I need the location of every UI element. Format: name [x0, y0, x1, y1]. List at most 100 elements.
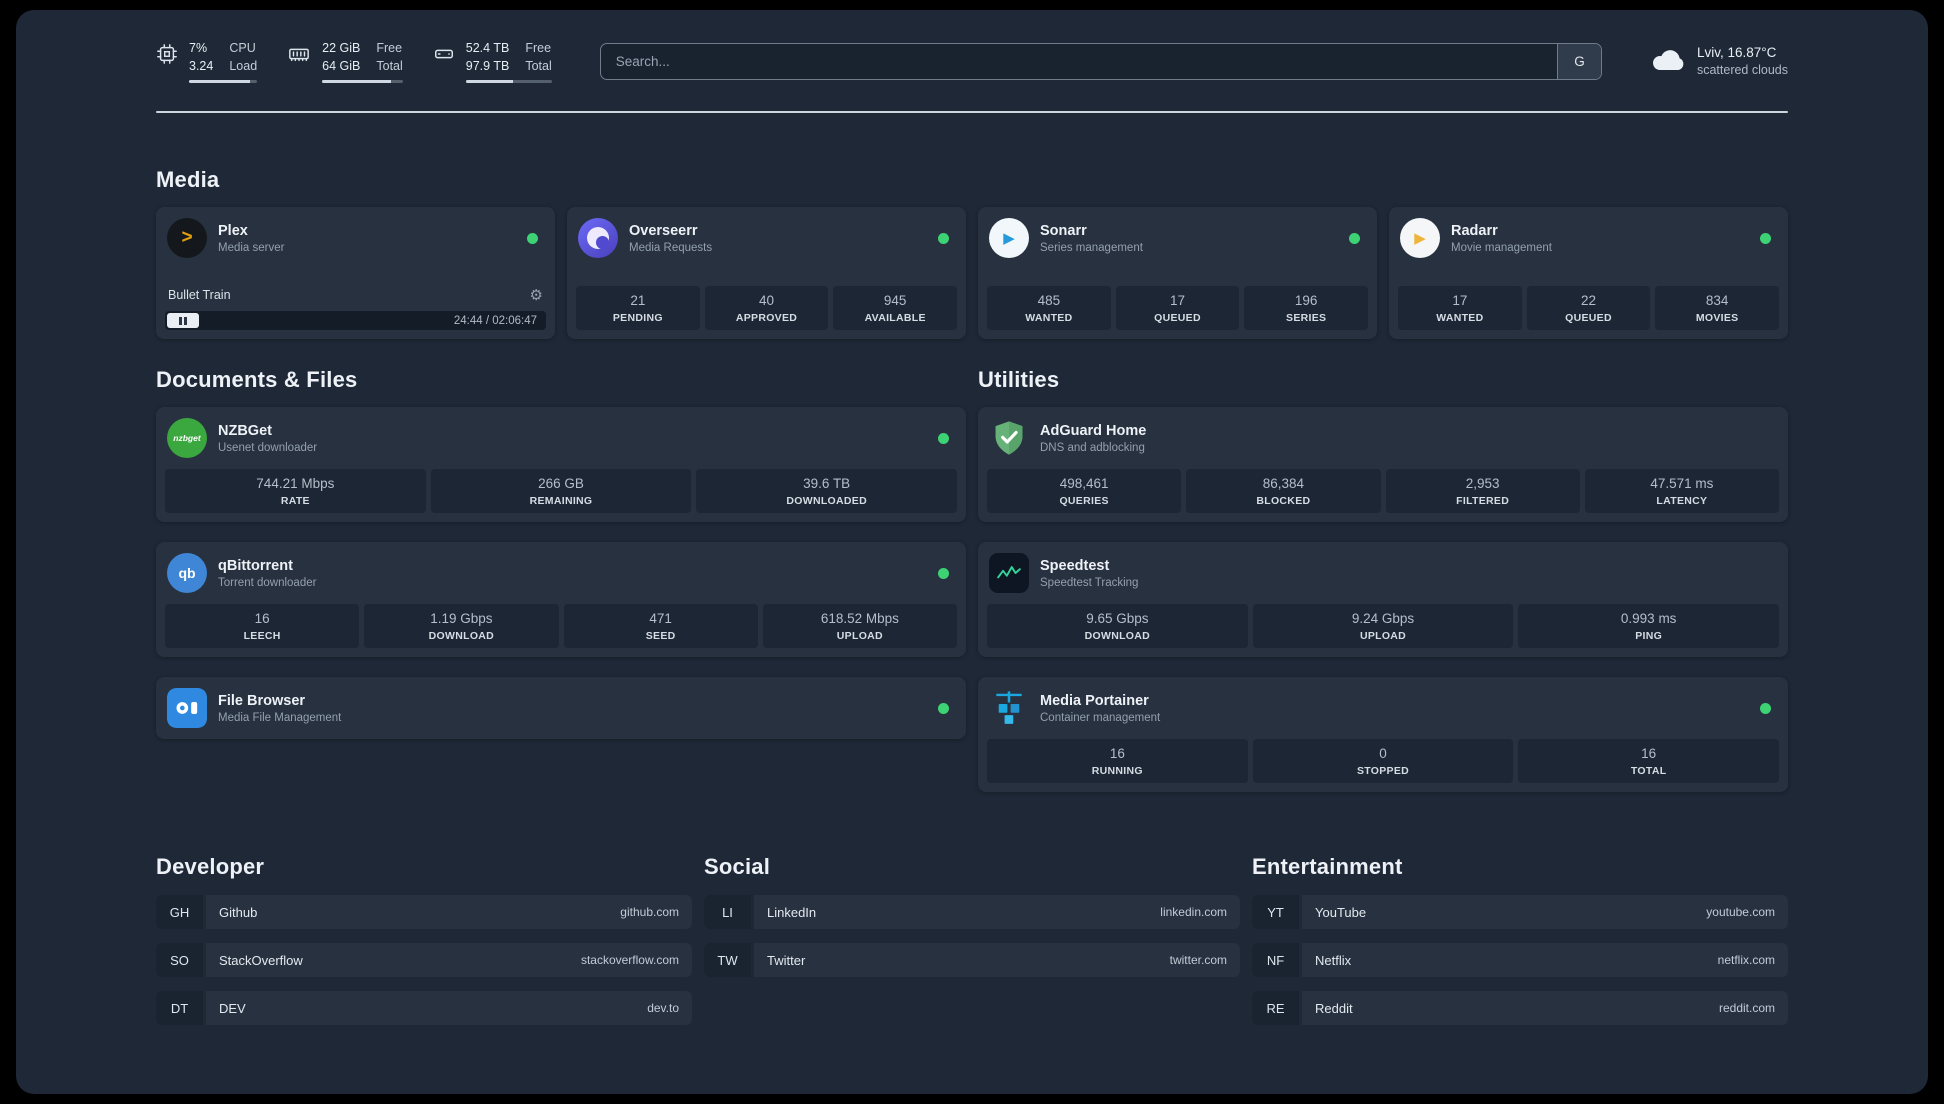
status-online-dot — [527, 232, 538, 244]
service-card-filebrowser[interactable]: File Browser Media File Management — [156, 677, 966, 739]
filebrowser-icon — [167, 688, 207, 728]
cpu-icon — [156, 43, 178, 65]
stat-rate: 744.21 Mbps RATE — [165, 469, 426, 513]
gear-icon[interactable]: ⚙ — [530, 286, 543, 304]
stat-label: LATENCY — [1656, 495, 1708, 507]
stat-blocked: 86,384 BLOCKED — [1186, 469, 1381, 513]
stat-label: SERIES — [1286, 312, 1327, 324]
disk-free-label: Free — [525, 41, 552, 55]
cpu-load-label: Load — [229, 58, 258, 73]
memory-total-value: 64 GiB — [322, 58, 361, 73]
stat-value: 196 — [1294, 293, 1318, 308]
service-description: Torrent downloader — [218, 576, 317, 589]
bookmark-abbr: DT — [156, 991, 203, 1025]
service-card-nzbget[interactable]: nzbget NZBGet Usenet downloader 744.21 M… — [156, 407, 966, 522]
bookmark-abbr: TW — [704, 943, 751, 977]
service-description: DNS and adblocking — [1040, 441, 1145, 454]
bookmark-dev[interactable]: DT DEV dev.to — [156, 991, 692, 1025]
bookmark-stackoverflow[interactable]: SO StackOverflow stackoverflow.com — [156, 943, 692, 977]
service-name: qBittorrent — [218, 557, 293, 574]
sonarr-glyph: ▶ — [1003, 230, 1015, 247]
section-entertainment: Entertainment YT YouTube youtube.com NF … — [1252, 854, 1788, 1025]
plex-chevron-glyph: > — [181, 227, 193, 248]
service-card-sonarr[interactable]: ▶ Sonarr Series management 485 WANTED 17… — [978, 207, 1377, 339]
section-title-social: Social — [704, 854, 771, 879]
bookmark-abbr: RE — [1252, 991, 1299, 1025]
service-description: Movie management — [1451, 241, 1552, 254]
service-card-portainer[interactable]: Media Portainer Container management 16 … — [978, 677, 1788, 792]
memory-free-value: 22 GiB — [322, 41, 361, 55]
service-description: Series management — [1040, 241, 1143, 254]
stat-download: 1.19 Gbps DOWNLOAD — [364, 604, 559, 648]
service-description: Container management — [1040, 711, 1161, 724]
speedtest-icon — [989, 553, 1029, 593]
bookmark-name: Github — [219, 904, 258, 920]
service-name: Radarr — [1451, 222, 1498, 239]
service-card-plex[interactable]: > Plex Media server Bullet Train ⚙ 24:44… — [156, 207, 555, 339]
stat-label: UPLOAD — [836, 630, 883, 642]
cpu-meter — [189, 79, 258, 83]
stat-value: 16 — [1109, 746, 1125, 761]
weather-widget[interactable]: Lviv, 16.87°C scattered clouds — [1650, 44, 1788, 79]
nzbget-icon: nzbget — [167, 418, 207, 458]
now-playing-title: Bullet Train — [168, 288, 231, 302]
stat-upload: 618.52 Mbps UPLOAD — [762, 604, 957, 648]
bookmark-reddit[interactable]: RE Reddit reddit.com — [1252, 991, 1788, 1025]
stat-label: RATE — [280, 495, 310, 507]
stat-seed: 471 SEED — [563, 604, 758, 648]
disk-free-value: 52.4 TB — [465, 41, 510, 55]
search-input[interactable] — [600, 44, 1557, 79]
memory-icon — [287, 43, 311, 65]
memory-free-label: Free — [376, 41, 403, 55]
service-name: Sonarr — [1040, 222, 1087, 239]
bookmark-name: Netflix — [1315, 952, 1352, 968]
service-card-radarr[interactable]: ▶ Radarr Movie management 17 WANTED 22 Q… — [1389, 207, 1788, 339]
bookmark-url: twitter.com — [1169, 953, 1227, 967]
stat-value: 0 — [1379, 746, 1387, 761]
service-card-speedtest[interactable]: Speedtest Speedtest Tracking 9.65 Gbps D… — [978, 542, 1788, 657]
cpu-load-value: 3.24 — [189, 58, 214, 73]
bookmark-abbr: NF — [1252, 943, 1299, 977]
stat-label: LEECH — [243, 630, 281, 642]
bookmark-linkedin[interactable]: LI LinkedIn linkedin.com — [704, 895, 1240, 929]
bookmark-github[interactable]: GH Github github.com — [156, 895, 692, 929]
search-provider-button[interactable]: G — [1556, 44, 1601, 79]
service-name: Media Portainer — [1040, 692, 1149, 709]
service-description: Media server — [218, 241, 285, 254]
sonarr-icon: ▶ — [989, 218, 1029, 258]
stat-label: RUNNING — [1091, 765, 1143, 777]
bookmark-netflix[interactable]: NF Netflix netflix.com — [1252, 943, 1788, 977]
service-card-qbittorrent[interactable]: qb qBittorrent Torrent downloader 16 LEE… — [156, 542, 966, 657]
bookmark-twitter[interactable]: TW Twitter twitter.com — [704, 943, 1240, 977]
stat-value: 22 — [1580, 293, 1597, 308]
disk-total-label: Total — [525, 58, 552, 73]
bookmark-abbr: GH — [156, 895, 203, 929]
stat-approved: 40 APPROVED — [704, 286, 829, 330]
service-description: Media File Management — [218, 711, 342, 724]
bookmark-youtube[interactable]: YT YouTube youtube.com — [1252, 895, 1788, 929]
stat-value: 17 — [1452, 293, 1468, 308]
status-online-dot — [1760, 232, 1771, 244]
stat-label: PING — [1635, 630, 1663, 642]
stat-value: 744.21 Mbps — [256, 476, 335, 491]
playback-progress-bar[interactable]: 24:44 / 02:06:47 — [165, 311, 546, 330]
stat-value: 40 — [758, 293, 775, 308]
dashboard-content: 7% 3.24 CPU Load 22 GiB 64 GiB Free Tota… — [16, 10, 1928, 1025]
stat-label: QUERIES — [1059, 495, 1109, 507]
radarr-icon: ▶ — [1400, 218, 1440, 258]
service-card-overseerr[interactable]: Overseerr Media Requests 21 PENDING 40 A… — [567, 207, 966, 339]
stat-filtered: 2,953 FILTERED — [1385, 469, 1580, 513]
service-card-adguard[interactable]: AdGuard Home DNS and adblocking 498,461 … — [978, 407, 1788, 522]
memory-total-label: Total — [376, 58, 403, 73]
bookmark-url: stackoverflow.com — [580, 953, 679, 967]
stat-leech: 16 LEECH — [165, 604, 360, 648]
cpu-usage-value: 7% — [189, 41, 208, 55]
memory-meter — [322, 79, 403, 83]
stat-label: REMAINING — [529, 495, 593, 507]
stat-value: 9.65 Gbps — [1086, 611, 1149, 626]
stat-value: 16 — [254, 611, 270, 626]
service-name: Overseerr — [629, 222, 698, 239]
stat-download: 9.65 Gbps DOWNLOAD — [987, 604, 1248, 648]
stat-latency: 47.571 ms LATENCY — [1584, 469, 1779, 513]
pause-button[interactable] — [167, 313, 199, 328]
